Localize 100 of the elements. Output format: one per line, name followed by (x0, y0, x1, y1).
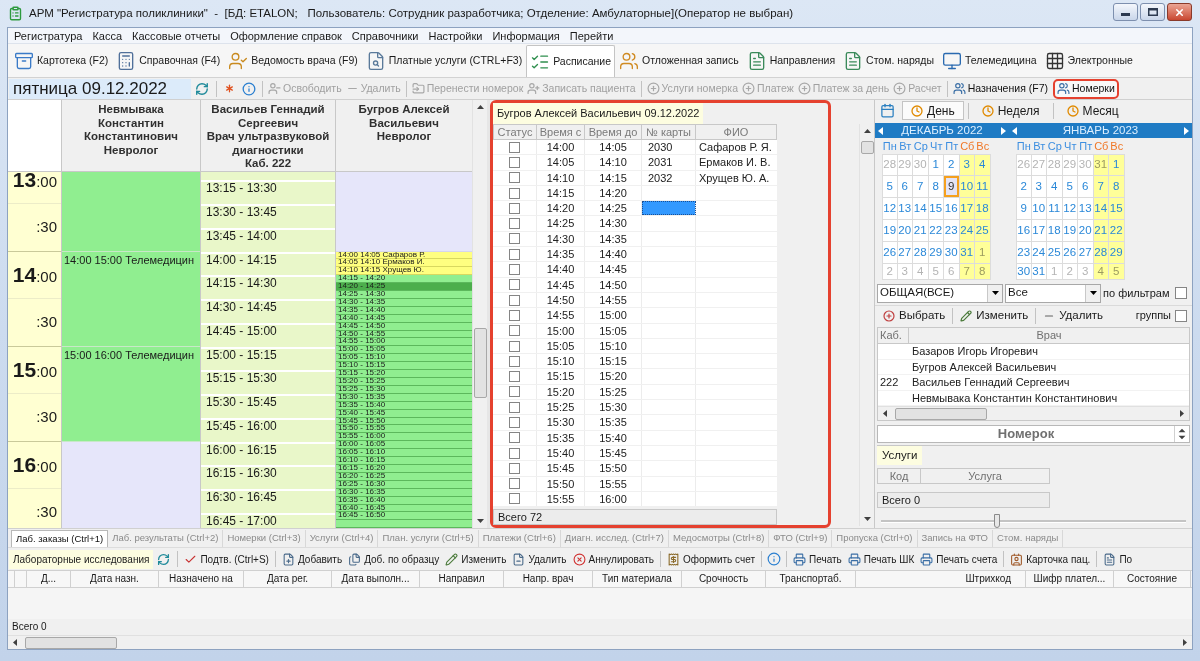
menu-item[interactable]: Кассовые отчеты (127, 28, 226, 43)
toolbar-button[interactable]: Выбрать (879, 306, 950, 325)
interval-slot[interactable]: 14:45 - 15:00 (201, 322, 335, 347)
doctor-row[interactable]: 222 Васильев Геннадий Сергеевич (878, 375, 1189, 391)
view-tab[interactable]: Месяц (1057, 101, 1128, 120)
calendar-day[interactable]: 9 (1016, 198, 1032, 220)
interval-slot[interactable]: 16:15 - 16:30 (201, 465, 335, 489)
toolbar-button[interactable]: Изменить (442, 549, 510, 569)
checkbox[interactable] (509, 493, 520, 505)
table-row[interactable]: 14:05 14:10 2031 Ермаков И. В. (493, 155, 777, 171)
toolbar-tab[interactable]: Картотека (F2) (10, 45, 113, 77)
appointment-block[interactable]: 15:00 16:00 Телемедицин (62, 346, 200, 442)
toolbar-button[interactable]: Аннулировать (569, 549, 657, 569)
doctor-row[interactable]: Бугров Алексей Васильевич (878, 359, 1189, 375)
info-icon[interactable] (767, 552, 781, 566)
menu-item[interactable]: Оформление справок (225, 28, 347, 43)
open-slot[interactable]: 16:30 - 16:35 (336, 488, 472, 497)
calendar-day[interactable]: 11 (975, 176, 991, 198)
right-arrow-icon[interactable] (1180, 410, 1184, 417)
open-slot[interactable]: 16:15 - 16:20 (336, 464, 472, 473)
up-arrow-icon[interactable] (476, 105, 484, 109)
card-number[interactable]: 2031 (642, 155, 696, 170)
toolbar-button[interactable]: Доб. по образцу (345, 549, 443, 569)
toolbar-button[interactable]: Назначения (F7) (950, 78, 1050, 99)
scroll-thumb[interactable] (473, 328, 487, 398)
toolbar-tab[interactable]: Расписание (526, 45, 616, 77)
view-tab[interactable]: День (902, 101, 964, 120)
menu-item[interactable]: Справочники (346, 28, 424, 43)
open-slot[interactable]: 16:20 - 16:25 (336, 472, 472, 481)
calendar-day[interactable]: 6 (1078, 176, 1094, 198)
caret-icon[interactable] (1089, 291, 1097, 295)
calendar-day[interactable]: 2 (944, 154, 960, 176)
table-row[interactable]: 15:15 15:20 (493, 369, 777, 385)
table-row[interactable]: 15:10 15:15 (493, 354, 777, 370)
right-arrow-icon[interactable] (1183, 639, 1187, 646)
table-row[interactable]: 15:05 15:10 (493, 338, 777, 355)
menu-item[interactable]: Касса (87, 28, 128, 43)
checkbox[interactable] (509, 141, 520, 153)
checkbox[interactable] (509, 432, 520, 444)
calendar-day[interactable]: 25 (1047, 242, 1063, 264)
toolbar-button[interactable]: Удалить (1039, 306, 1108, 325)
calendar-day[interactable]: 4 (975, 154, 991, 176)
checkbox[interactable] (509, 462, 520, 474)
open-slot[interactable]: 14:35 - 14:40 (336, 306, 472, 315)
left-arrow-icon[interactable] (1012, 126, 1017, 135)
table-row[interactable]: 14:30 14:35 (493, 231, 777, 248)
interval-slot[interactable]: 13:15 - 13:30 (201, 180, 335, 204)
interval-slot[interactable]: 15:30 - 15:45 (201, 394, 335, 418)
calendar-day[interactable]: 13 (1078, 198, 1094, 220)
toolbar-tab[interactable]: Телемедицина (937, 45, 1041, 77)
scroll-thumb[interactable] (860, 141, 874, 154)
right-arrow-icon[interactable] (1001, 126, 1006, 135)
calendar-day[interactable]: 16 (944, 198, 960, 220)
interval-slot[interactable]: 14:00 - 14:15 (201, 251, 335, 276)
toolbar-tab[interactable]: Направления (742, 45, 840, 77)
menu-item[interactable]: Настройки (423, 28, 488, 43)
caret-icon[interactable] (991, 291, 999, 295)
tab[interactable]: Лаб. заказы (Ctrl+1) (11, 530, 109, 547)
interval-slot[interactable]: 16:00 - 16:15 (201, 441, 335, 466)
interval-slot[interactable]: 14:15 - 14:30 (201, 275, 335, 299)
slider-thumb[interactable] (993, 514, 1000, 528)
toolbar-button[interactable]: Подтв. (Ctrl+S) (181, 549, 272, 569)
table-row[interactable]: 15:00 15:05 (493, 323, 777, 339)
checkbox[interactable] (509, 325, 520, 337)
calendar-day[interactable]: 7 (913, 176, 929, 198)
calendar-day[interactable]: 5 (882, 176, 898, 198)
open-slot[interactable]: 16:25 - 16:30 (336, 480, 472, 489)
maximize-button[interactable] (1140, 3, 1165, 21)
interval-slot[interactable]: 14:30 - 14:45 (201, 299, 335, 323)
toolbar-button[interactable]: По (1100, 549, 1136, 569)
open-slot[interactable]: 16:10 - 16:15 (336, 457, 472, 465)
card-number[interactable]: 2030 (642, 140, 696, 155)
open-slot[interactable]: 14:40 - 14:45 (336, 314, 472, 323)
spin-field[interactable]: Номерок (877, 425, 1190, 443)
scroll-thumb[interactable] (895, 407, 987, 420)
menu-item[interactable]: Перейти (564, 28, 619, 43)
menu-item[interactable]: Регистратура (9, 28, 88, 43)
table-row[interactable]: 15:45 15:50 (493, 461, 777, 477)
card-number[interactable]: 2032 (642, 170, 696, 185)
refresh-icon[interactable] (195, 81, 209, 96)
calendar-day[interactable]: 30 (1016, 264, 1032, 280)
checkbox[interactable] (509, 417, 520, 428)
toolbar-tab[interactable]: Отложенная запись (615, 45, 743, 77)
toolbar-button[interactable]: Номерки (1053, 78, 1119, 99)
table-row[interactable]: 15:55 16:00 (493, 491, 777, 508)
checkbox[interactable] (509, 218, 520, 230)
table-row[interactable]: 14:20 14:25 (493, 201, 777, 217)
calendar-day[interactable]: 14 (913, 198, 929, 220)
checkbox[interactable] (509, 233, 520, 245)
table-row[interactable]: 14:15 14:20 (493, 185, 777, 202)
table-row[interactable]: 15:40 15:45 (493, 445, 777, 462)
section-tab[interactable]: Услуги (877, 446, 923, 465)
toolbar-button[interactable]: Изменить (956, 306, 1033, 325)
minimize-button[interactable] (1113, 3, 1138, 21)
checkbox[interactable] (1175, 309, 1187, 322)
toolbar-tab[interactable]: Платные услуги (CTRL+F3) (361, 45, 527, 77)
open-slot[interactable]: 15:20 - 15:25 (336, 378, 472, 386)
view-tab[interactable]: Неделя (972, 101, 1049, 120)
calendar-day[interactable]: 22 (1109, 220, 1125, 242)
calendar-day[interactable]: 15 (1109, 198, 1125, 220)
